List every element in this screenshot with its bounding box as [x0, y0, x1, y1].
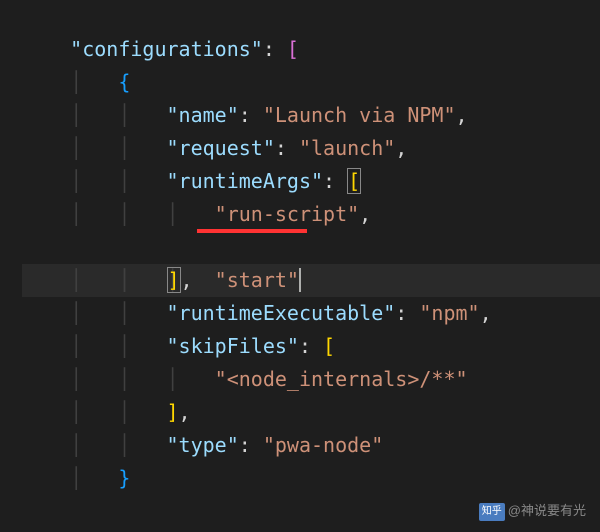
- json-key: "type": [167, 433, 239, 457]
- bracket-match-open: [: [347, 168, 361, 194]
- json-key: "runtimeExecutable": [167, 301, 396, 325]
- code-editor[interactable]: "configurations": [ │ { │ │ "name": "Lau…: [0, 0, 600, 462]
- code-line: "configurations": [: [22, 0, 600, 33]
- json-string: "run-script": [215, 202, 360, 226]
- watermark: 知乎@神说要有光: [479, 501, 586, 522]
- watermark-text: @神说要有光: [508, 503, 586, 518]
- json-string: "launch": [299, 136, 395, 160]
- json-key: "skipFiles": [167, 334, 299, 358]
- bracket-open: [: [323, 334, 335, 358]
- json-key: "request": [167, 136, 275, 160]
- json-string: "Launch via NPM": [263, 103, 456, 127]
- json-string: "pwa-node": [263, 433, 383, 457]
- code-line: │ │ ],: [22, 231, 600, 264]
- json-string: "start": [215, 268, 299, 292]
- json-key: "name": [167, 103, 239, 127]
- zhihu-icon: 知乎: [479, 503, 505, 521]
- bracket-match-close: ]: [167, 267, 181, 293]
- brace-close: }: [118, 466, 130, 490]
- json-key: "runtimeArgs": [167, 169, 324, 193]
- json-string: "npm": [419, 301, 479, 325]
- red-underline-annotation: [197, 229, 307, 233]
- json-key: "configurations": [70, 37, 263, 61]
- bracket-open: [: [287, 37, 299, 61]
- json-string: "<node_internals>/**": [215, 367, 468, 391]
- brace-open: {: [118, 70, 130, 94]
- text-cursor: [299, 268, 301, 292]
- bracket-close: ]: [167, 400, 179, 424]
